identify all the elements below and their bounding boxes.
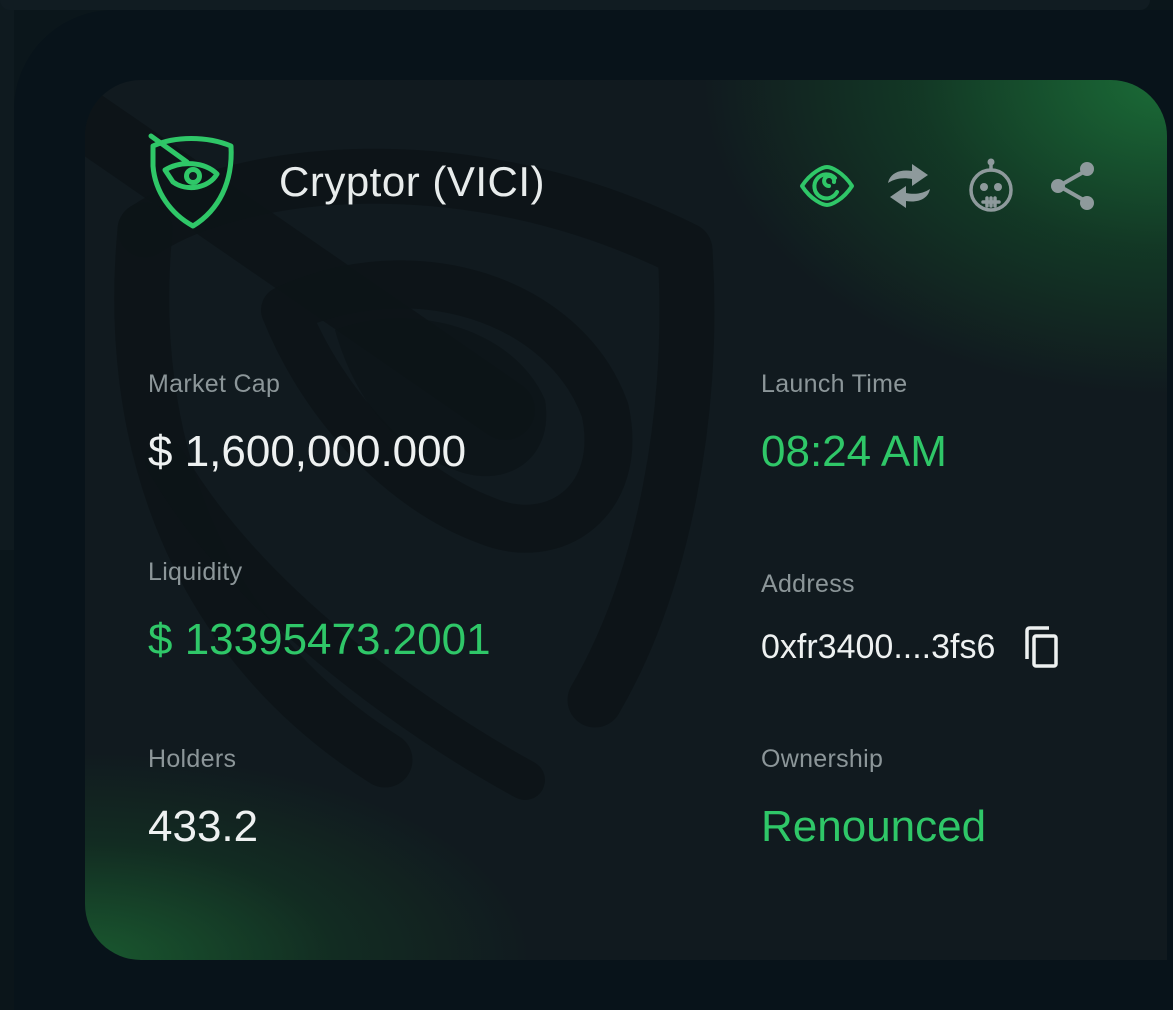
- address-value: 0xfr3400....3fs6: [761, 627, 996, 666]
- market-cap-value: $ 1,600,000.000: [148, 427, 467, 476]
- copy-icon[interactable]: [1021, 625, 1061, 669]
- market-cap-label: Market Cap: [148, 370, 281, 398]
- address-stat: Address 0xfr3400....3fs6: [761, 570, 1061, 669]
- token-header: Cryptor (VICI): [147, 132, 545, 232]
- swap-icon: [888, 164, 930, 208]
- top-strip: [0, 0, 1150, 10]
- share-button[interactable]: [1043, 156, 1103, 216]
- address-row: 0xfr3400....3fs6: [761, 625, 1061, 669]
- ownership-stat: Ownership Renounced: [761, 745, 986, 852]
- holders-label: Holders: [148, 745, 237, 773]
- robot-icon: [969, 158, 1013, 212]
- swap-button[interactable]: [879, 156, 939, 216]
- token-card: Cryptor (VICI) Market Cap $ 1,600,000.00…: [85, 80, 1167, 960]
- liquidity-label: Liquidity: [148, 558, 243, 586]
- launch-time-value: 08:24 AM: [761, 427, 947, 476]
- watch-button[interactable]: [797, 156, 857, 216]
- eye-icon: [800, 165, 854, 207]
- ownership-label: Ownership: [761, 745, 884, 773]
- launch-time-stat: Launch Time 08:24 AM: [761, 370, 947, 477]
- ownership-value: Renounced: [761, 802, 987, 851]
- holders-stat: Holders 433.2: [148, 745, 258, 852]
- share-icon: [1051, 162, 1094, 210]
- address-label: Address: [761, 570, 855, 598]
- launch-time-label: Launch Time: [761, 370, 908, 398]
- action-toolbar: [797, 156, 1103, 216]
- liquidity-value: $ 13395473.2001: [148, 615, 491, 664]
- liquidity-stat: Liquidity $ 13395473.2001: [148, 558, 491, 665]
- token-name: Cryptor (VICI): [279, 158, 546, 205]
- bot-button[interactable]: [961, 156, 1021, 216]
- holders-value: 433.2: [148, 802, 259, 851]
- market-cap-stat: Market Cap $ 1,600,000.000: [148, 370, 466, 477]
- left-edge-panel: [0, 0, 14, 550]
- cryptor-shield-logo-icon: [148, 133, 234, 229]
